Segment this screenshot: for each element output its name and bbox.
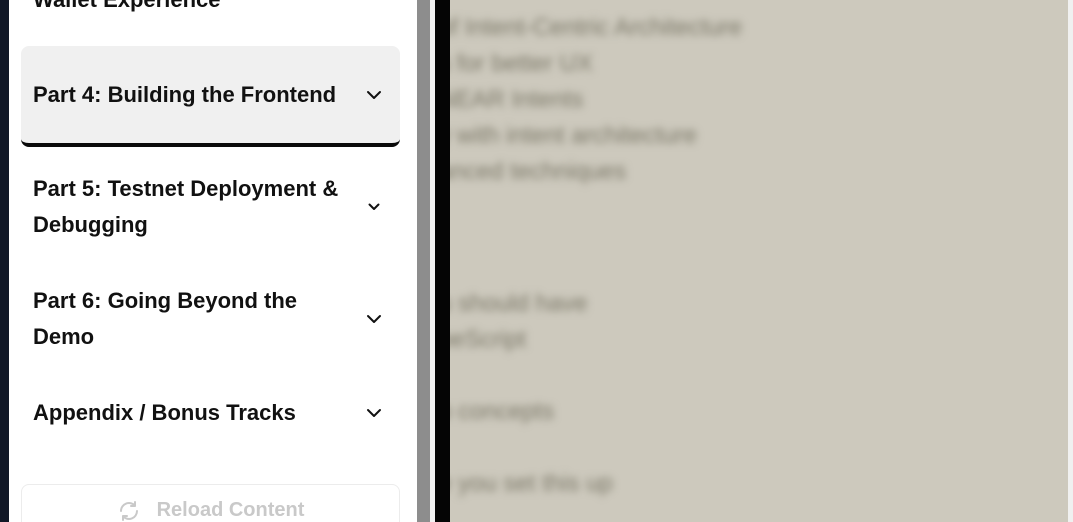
course-sidebar: Wallet Experience Part 4: Building the F… [9,0,417,522]
content-line: of Intent-Centric Architecture [450,14,743,41]
content-line: u should have [450,290,588,317]
content-line: e you set this up [450,470,613,497]
content-line: y with intent architecture [450,122,697,149]
content-line: s for better UX [450,50,593,77]
reload-content-button[interactable]: Reload Content [21,484,400,522]
content-scrollbar[interactable] [1068,0,1073,522]
section-part-4[interactable]: Part 4: Building the Frontend [21,46,400,147]
section-appendix[interactable]: Appendix / Bonus Tracks [21,394,400,432]
chevron-down-icon [364,197,384,217]
section-label: Part 4: Building the Frontend [33,81,337,107]
section-label: Part 6: Going Beyond the Demo [33,288,298,349]
content-line: b concepts [450,398,555,425]
chevron-down-icon [364,85,384,105]
panel-divider [435,0,450,522]
main-content-blurred: of Intent-Centric Architecture s for bet… [450,0,1068,522]
content-line: anced techniques [450,158,627,185]
refresh-icon [117,499,141,522]
section-label: Part 5: Testnet Deployment & Debugging [33,176,339,237]
sidebar-scrollbar[interactable] [417,0,430,522]
section-part-6[interactable]: Part 6: Going Beyond the Demo [21,282,400,356]
content-line: peScript [450,326,527,353]
left-window-edge [0,0,9,522]
chevron-down-icon [364,309,384,329]
section-label: Appendix / Bonus Tracks [33,400,296,425]
content-line: NEAR Intents [450,86,584,113]
section-part-5[interactable]: Part 5: Testnet Deployment & Debugging [21,170,400,244]
reload-label: Reload Content [156,499,305,521]
partial-section-title: Wallet Experience [33,0,220,13]
chevron-down-icon [364,403,384,423]
